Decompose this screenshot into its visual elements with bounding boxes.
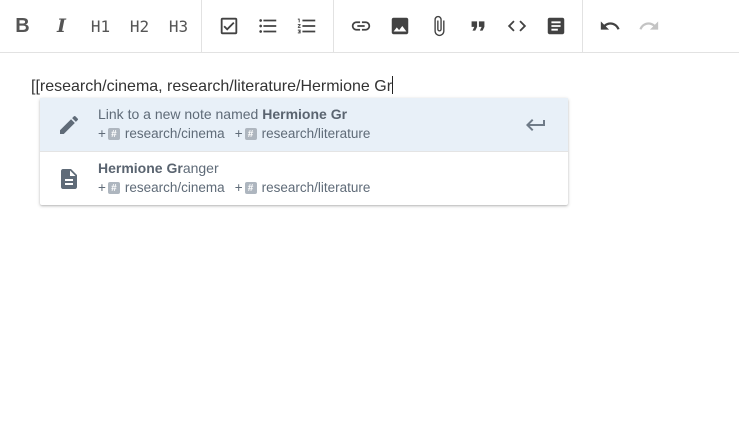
code-button[interactable] [497, 7, 536, 46]
bold-button[interactable]: B [3, 7, 42, 46]
existing-note-rest: anger [182, 160, 219, 176]
bullet-list-button[interactable] [248, 7, 287, 46]
tag-plus: + [98, 126, 106, 141]
tag-item: + research/literature [234, 125, 371, 144]
heading2-button[interactable]: H2 [120, 7, 159, 46]
tag-plus: + [98, 180, 106, 195]
tag-label: research/literature [261, 126, 371, 141]
attachment-icon [433, 15, 444, 37]
h1-label: H1 [90, 16, 111, 36]
heading3-button[interactable]: H3 [159, 7, 198, 46]
suggestion-new-note[interactable]: Link to a new note named Hermione Gr + re… [40, 98, 568, 151]
image-button[interactable] [380, 7, 419, 46]
suggestion-existing-note[interactable]: Hermione Granger + research/cinema + resea… [40, 151, 568, 205]
bold-label: B [15, 14, 30, 37]
note-button[interactable] [536, 7, 575, 46]
numbered-list-icon [297, 18, 315, 34]
checkbox-icon [220, 17, 237, 35]
suggestion-title: Link to a new note named Hermione Gr [98, 106, 568, 123]
heading1-button[interactable]: H1 [81, 7, 120, 46]
pencil-icon [40, 113, 98, 137]
format-group: B I H1 H2 H3 [0, 0, 201, 52]
attachment-button[interactable] [419, 7, 458, 46]
link-icon [351, 21, 370, 31]
tag-icon [244, 126, 257, 144]
suggestion-tags: + research/cinema + research/literature [98, 125, 568, 144]
tag-icon [107, 126, 120, 144]
code-icon [507, 20, 526, 32]
text-caret [392, 76, 394, 94]
tag-plus: + [234, 180, 243, 195]
tag-label: research/literature [261, 180, 371, 195]
image-icon [391, 17, 408, 35]
tag-icon [244, 180, 257, 198]
tag-label: research/cinema [124, 180, 225, 195]
tag-icon [107, 180, 120, 198]
link-button[interactable] [341, 7, 380, 46]
redo-button[interactable] [629, 7, 668, 46]
undo-button[interactable] [590, 7, 629, 46]
checklist-button[interactable] [209, 7, 248, 46]
tag-label: research/cinema [124, 126, 225, 141]
document-icon [40, 167, 98, 191]
redo-icon [638, 21, 658, 30]
link-suggestion-popup: Link to a new note named Hermione Gr + re… [40, 98, 568, 205]
tag-item: + research/literature [234, 179, 371, 198]
undo-icon [600, 21, 620, 30]
editor-text: [[research/cinema, research/literature/H… [31, 78, 393, 95]
history-group [582, 0, 675, 52]
tag-item: + research/cinema [98, 179, 225, 198]
h2-label: H2 [129, 16, 150, 36]
suggestion-title: Hermione Granger [98, 160, 568, 177]
editor-content[interactable]: [[research/cinema, research/literature/H… [31, 76, 394, 97]
insert-group [333, 0, 582, 52]
suggestion-tags: + research/cinema + research/literature [98, 179, 568, 198]
quote-icon [471, 21, 484, 31]
italic-button[interactable]: I [42, 7, 81, 46]
existing-note-match: Hermione Gr [98, 160, 183, 176]
editor-toolbar: B I H1 H2 H3 [0, 0, 739, 53]
bullet-list-icon [258, 19, 276, 33]
tag-item: + research/cinema [98, 125, 225, 144]
note-icon [547, 17, 564, 35]
numbered-list-button[interactable] [287, 7, 326, 46]
list-group [201, 0, 333, 52]
italic-label: I [57, 15, 66, 37]
tag-plus: + [234, 126, 243, 141]
enter-icon [524, 113, 548, 142]
quote-button[interactable] [458, 7, 497, 46]
h3-label: H3 [168, 16, 189, 36]
new-note-name: Hermione Gr [262, 106, 348, 122]
new-note-prefix: Link to a new note named [98, 106, 263, 122]
